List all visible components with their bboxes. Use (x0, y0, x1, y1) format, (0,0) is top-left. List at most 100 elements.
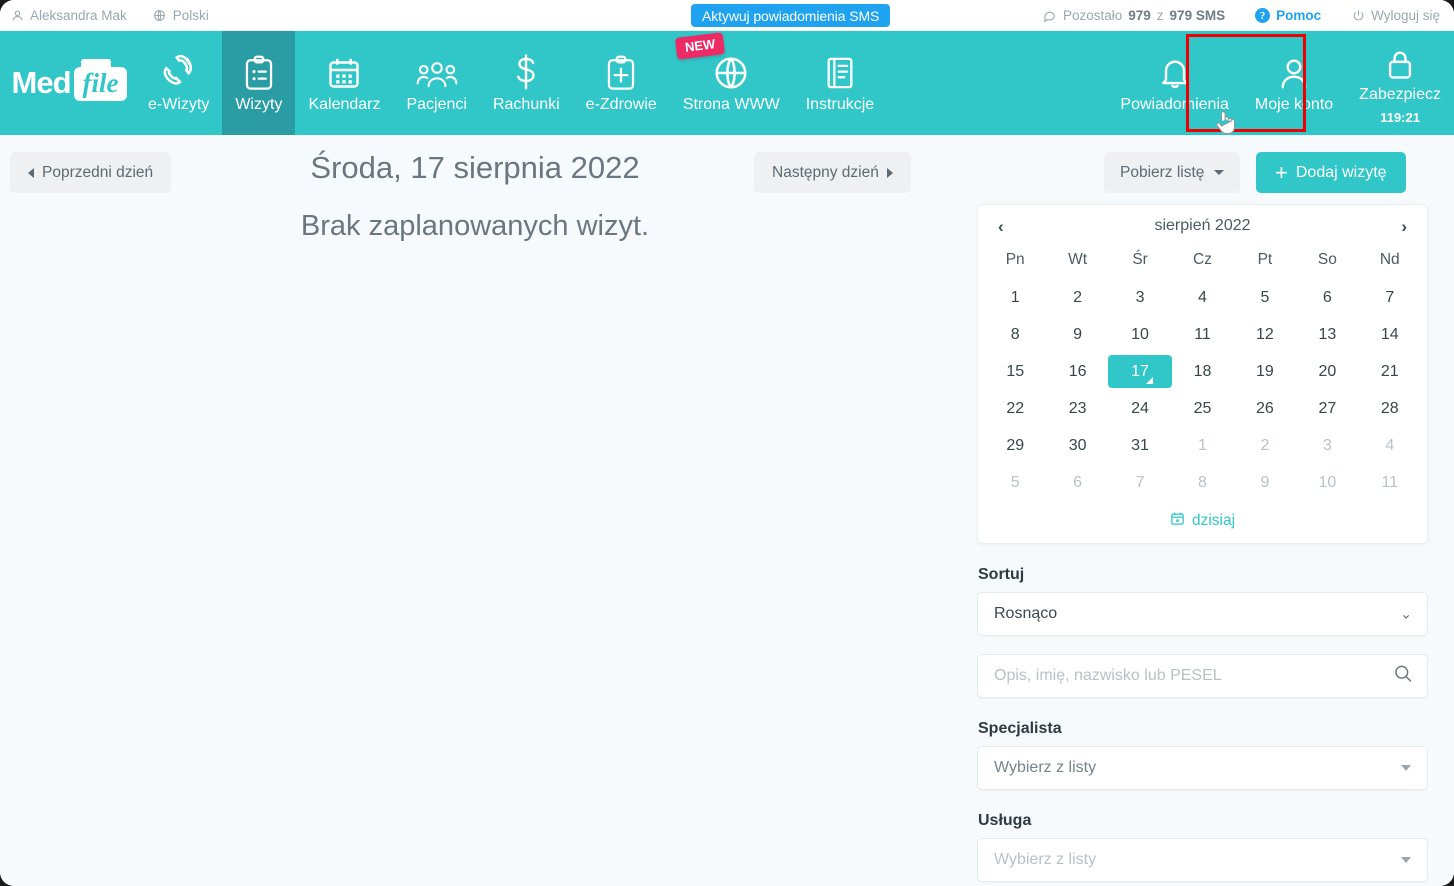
logout-link[interactable]: Wyloguj się (1351, 8, 1440, 23)
calendar-day[interactable]: 3 (1296, 427, 1358, 464)
search-input[interactable]: Opis, imię, nazwisko lub PESEL (977, 654, 1428, 698)
calendar-day[interactable]: 6 (1296, 279, 1358, 316)
service-select[interactable]: Wybierz z listy (977, 838, 1428, 882)
calendar-day[interactable]: 31 (1109, 427, 1171, 464)
activate-sms-button[interactable]: Aktywuj powiadomienia SMS (691, 4, 891, 27)
nav-item-e-zdrowie[interactable]: e-Zdrowie (573, 31, 670, 135)
calendar-day[interactable]: 18 (1171, 353, 1233, 390)
dow-wt: Wt (1068, 251, 1088, 268)
specialist-label: Specjalista (978, 720, 1062, 737)
nav-label-pacjenci: Kalendarz (308, 95, 381, 113)
calendar-day[interactable]: 2 (1046, 279, 1108, 316)
nav-item-e-wizyty[interactable]: e-Wizyty (135, 31, 222, 135)
nav-item-strona-www[interactable]: NEW Strona WWW (670, 31, 793, 135)
chevron-down-icon (1401, 857, 1411, 863)
nav-item-powiadomienia[interactable]: Powiadomienia (1107, 31, 1242, 135)
calendar-day[interactable]: 10 (1109, 316, 1171, 353)
calendar-day-number: 24 (1131, 399, 1149, 417)
specialist-select[interactable]: Wybierz z listy (977, 746, 1428, 790)
calendar-day[interactable]: 27 (1296, 390, 1358, 427)
nav-item-kalendarz[interactable]: Kalendarz (295, 31, 393, 135)
calendar-day[interactable]: 12 (1234, 316, 1296, 353)
calendar-day[interactable]: 10 (1296, 464, 1358, 501)
calendar-day-number: 12 (1256, 325, 1274, 343)
nav-item-rachunki[interactable]: Rachunki (480, 31, 573, 135)
calendar-day[interactable]: 21 (1359, 353, 1421, 390)
calendar-day-number: 23 (1068, 399, 1087, 417)
next-day-button[interactable]: Następny dzień (754, 152, 911, 193)
calendar-day[interactable]: 9 (1234, 464, 1296, 501)
calendar-day[interactable]: 6 (1046, 464, 1108, 501)
power-icon (1351, 9, 1365, 23)
nav-item-instrukcje[interactable]: Instrukcje (793, 31, 887, 135)
chat-bubble-icon (1043, 9, 1057, 23)
calendar-day[interactable]: 25 (1171, 390, 1233, 427)
calendar-day[interactable]: 14 (1359, 316, 1421, 353)
calendar-day[interactable]: 9 (1046, 316, 1108, 353)
calendar-day[interactable]: 1 (1171, 427, 1233, 464)
help-link[interactable]: ? Pomoc (1255, 8, 1321, 23)
sort-select[interactable]: Rosnąco ⌄ (977, 592, 1428, 636)
calendar-day-number: 6 (1322, 288, 1332, 306)
nav-label-rachunki: Rachunki (492, 95, 560, 113)
date-picker-calendar: ‹ sierpień 2022 › Pn Wt Śr Cz Pt So Nd 1… (977, 204, 1428, 544)
calendar-day[interactable]: 28 (1359, 390, 1421, 427)
calendar-day[interactable]: 20 (1296, 353, 1358, 390)
calendar-day-number: 1 (1198, 436, 1207, 454)
calendar-day[interactable]: 7 (1109, 464, 1171, 501)
app-window: Aleksandra Mak Polski Aktywuj powiadomie… (0, 0, 1454, 886)
nav-item-moje-konto[interactable]: Moje konto (1242, 31, 1346, 135)
current-user[interactable]: Aleksandra Mak (10, 8, 127, 23)
calendar-next-month-button[interactable]: › (1401, 218, 1407, 235)
calendar-day[interactable]: 7 (1359, 279, 1421, 316)
calendar-day[interactable]: 3 (1109, 279, 1171, 316)
calendar-day[interactable]: 11 (1359, 464, 1421, 501)
globe-icon (712, 52, 750, 92)
search-placeholder: Opis, imię, nazwisko lub PESEL (994, 667, 1222, 684)
calendar-day-number: 8 (1010, 325, 1020, 343)
calendar-day[interactable]: 8 (984, 316, 1046, 353)
nav-item-pacjenci[interactable]: Pacjenci (393, 31, 479, 135)
users-icon (416, 52, 458, 92)
calendar-day[interactable]: 8 (1171, 464, 1233, 501)
calendar-day[interactable]: 19 (1234, 353, 1296, 390)
calendar-day-selected[interactable]: 17 (1108, 353, 1173, 390)
calendar-day[interactable]: 1 (984, 279, 1046, 316)
medfile-logo[interactable]: Med file (0, 31, 135, 135)
calendar-day[interactable]: 23 (1046, 390, 1108, 427)
calendar-header: ‹ sierpień 2022 › (984, 215, 1421, 245)
calendar-prev-month-button[interactable]: ‹ (998, 218, 1004, 235)
service-value: Wybierz z listy (994, 851, 1097, 868)
calendar-day[interactable]: 11 (1171, 316, 1233, 353)
language-label: Polski (172, 7, 209, 23)
calendar-today-button[interactable]: dzisiaj (984, 501, 1421, 537)
calendar-day[interactable]: 29 (984, 427, 1046, 464)
calendar-day-number: 3 (1135, 288, 1145, 306)
calendar-day[interactable]: 26 (1234, 390, 1296, 427)
calendar-month-title: sierpień 2022 (1154, 217, 1251, 234)
chevron-right-icon (886, 167, 893, 178)
calendar-day[interactable]: 22 (984, 390, 1046, 427)
calendar-day[interactable]: 4 (1171, 279, 1233, 316)
calendar-day[interactable]: 13 (1296, 316, 1358, 353)
logo-med-text: Med (11, 65, 72, 100)
calendar-day-number: 18 (1193, 362, 1212, 380)
search-icon[interactable] (1393, 664, 1413, 689)
bell-icon (1157, 52, 1193, 92)
calendar-day[interactable]: 2 (1234, 427, 1296, 464)
calendar-day[interactable]: 5 (984, 464, 1046, 501)
calendar-day[interactable]: 15 (984, 353, 1046, 390)
calendar-day-number: 31 (1131, 436, 1149, 454)
sms-of: z (1156, 8, 1164, 23)
calendar-day[interactable]: 16 (1046, 353, 1108, 390)
calendar-day[interactable]: 5 (1234, 279, 1296, 316)
calendar-day[interactable]: 30 (1046, 427, 1108, 464)
nav-item-zabezpiecz[interactable]: Zabezpiecz 119:21 (1346, 31, 1454, 135)
language-selector[interactable]: Polski (153, 8, 209, 23)
calendar-day-number: 4 (1198, 288, 1207, 306)
sms-total: 979 SMS (1169, 8, 1226, 23)
calendar-day[interactable]: 24 (1109, 390, 1171, 427)
nav-item-wizyty[interactable]: Wizyty (222, 31, 296, 135)
calendar-day[interactable]: 4 (1359, 427, 1421, 464)
calendar-day-number: 11 (1381, 473, 1399, 491)
